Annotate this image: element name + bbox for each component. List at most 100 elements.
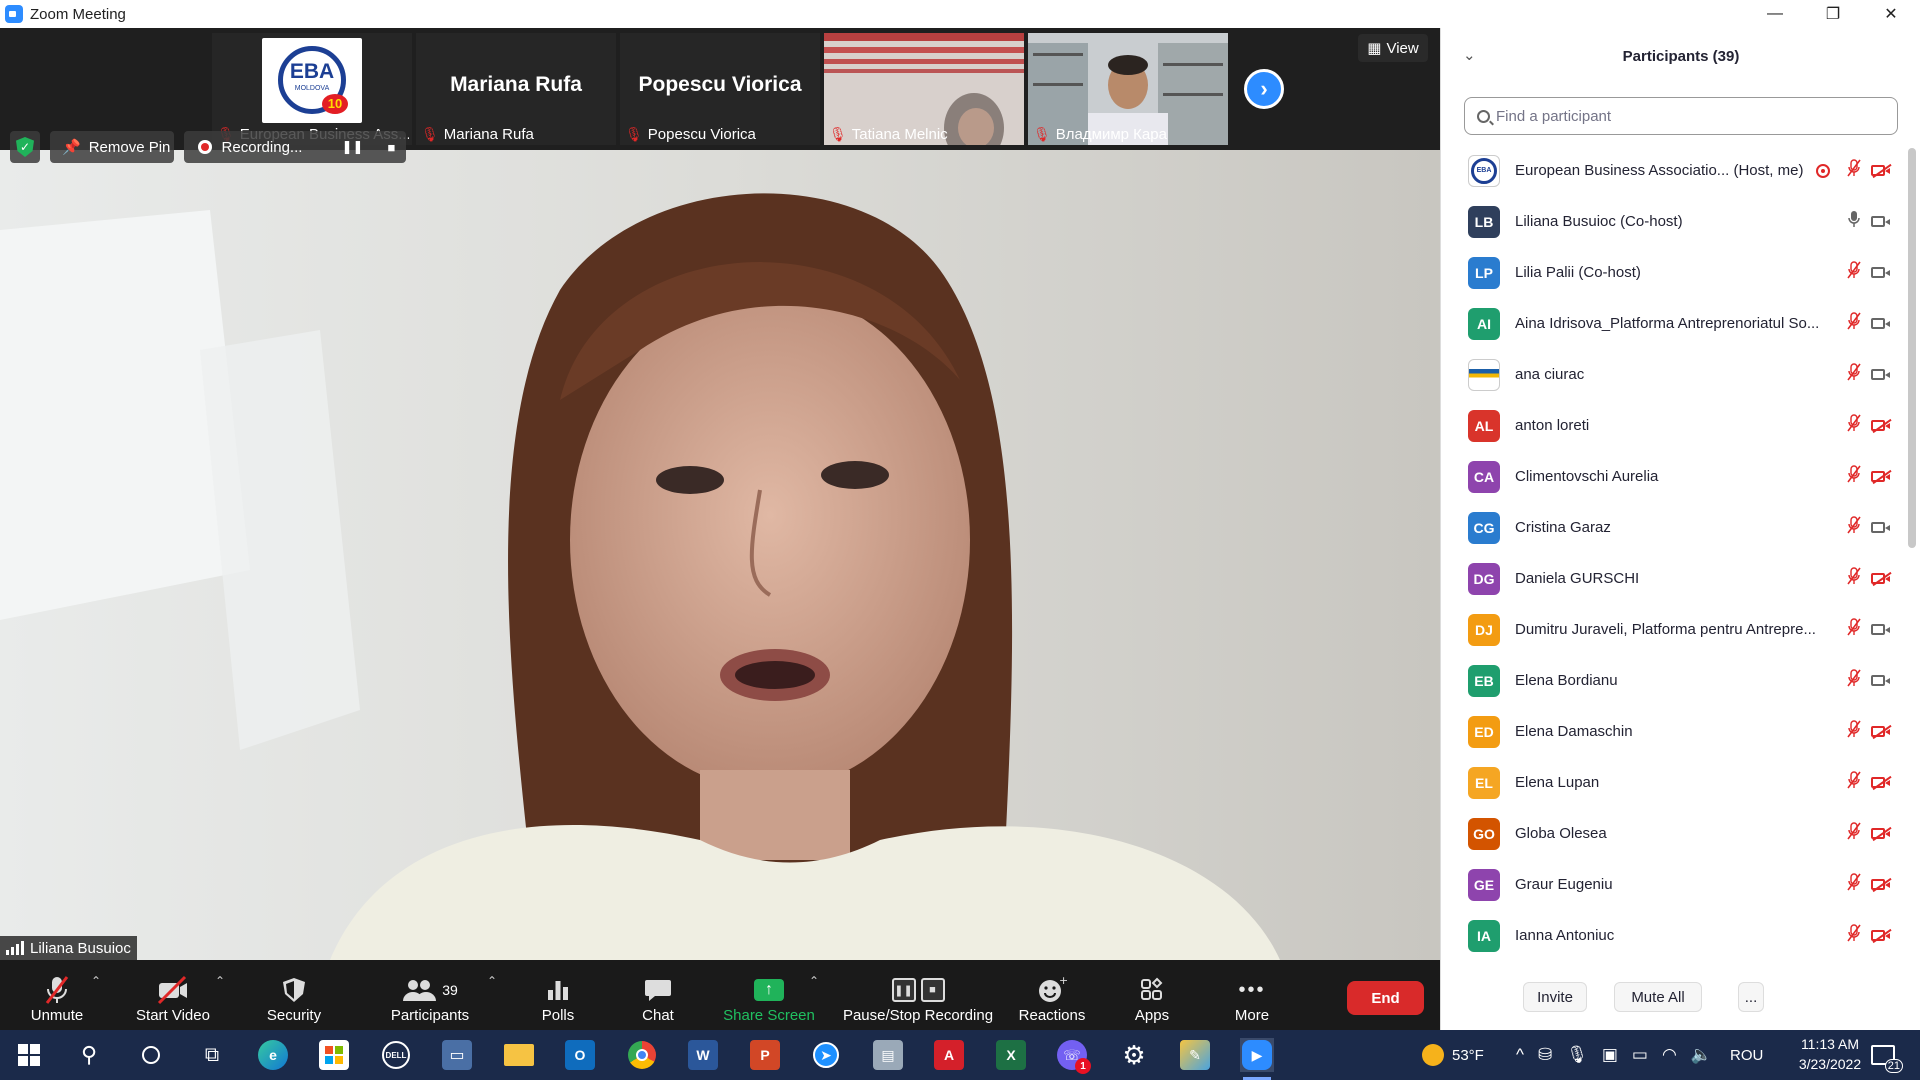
mic-muted-icon[interactable] — [1844, 465, 1864, 488]
mic-muted-icon[interactable] — [1844, 822, 1864, 845]
viber-icon[interactable]: ☏ 1 — [1055, 1038, 1091, 1074]
search-icon[interactable]: ⚲ — [72, 1038, 106, 1072]
mic-muted-icon[interactable] — [1844, 414, 1864, 437]
video-off-icon[interactable] — [1871, 776, 1891, 790]
participant-row[interactable]: AI Aina Idrisova_Platforma Antreprenoriat… — [1441, 298, 1905, 349]
windows-icon[interactable] — [12, 1038, 46, 1072]
video-off-icon[interactable] — [1871, 164, 1891, 178]
network-icon[interactable]: ▣ — [1602, 1045, 1618, 1065]
participant-row[interactable]: ED Elena Damaschin — [1441, 706, 1905, 757]
close-button[interactable]: ✕ — [1862, 0, 1920, 28]
microphone-icon[interactable]: 🎙 — [1566, 1045, 1588, 1065]
chevron-up-icon[interactable]: ^ — [1516, 1045, 1524, 1065]
dell-icon[interactable]: DELL — [379, 1038, 413, 1072]
participant-row[interactable]: AL anton loreti — [1441, 400, 1905, 451]
participant-row[interactable]: EB Elena Bordianu — [1441, 655, 1905, 706]
edge-icon[interactable]: e — [256, 1038, 290, 1072]
video-icon[interactable] — [1871, 521, 1891, 535]
file-explorer-icon[interactable] — [502, 1038, 536, 1072]
cortana-icon[interactable] — [134, 1038, 168, 1072]
participant-row[interactable]: EBA European Business Associatio... (Host… — [1441, 145, 1905, 196]
mute-all-button[interactable]: Mute All — [1614, 982, 1702, 1012]
participants-button[interactable]: 39 Participants — [380, 960, 480, 1030]
files-icon[interactable]: ▤ — [871, 1038, 905, 1072]
video-off-icon[interactable] — [1871, 572, 1891, 586]
participant-row[interactable]: GO Globa Olesea — [1441, 808, 1905, 859]
video-options-caret[interactable]: ⌃ — [212, 960, 228, 1030]
apps-button[interactable]: Apps — [1122, 960, 1182, 1030]
zoom-icon[interactable]: ▶ — [1240, 1038, 1274, 1072]
wifi-icon[interactable]: ◠ — [1662, 1045, 1677, 1065]
invite-button[interactable]: Invite — [1523, 982, 1587, 1012]
participant-search[interactable] — [1464, 97, 1898, 135]
chat-button[interactable]: Chat — [630, 960, 686, 1030]
participant-row[interactable]: IA Ianna Antoniuc — [1441, 910, 1905, 961]
meeting-info-button[interactable]: ✓ — [10, 131, 40, 163]
usb-icon[interactable]: ⛁ — [1538, 1045, 1552, 1065]
outlook-icon[interactable]: O — [563, 1038, 597, 1072]
settings-icon[interactable]: ⚙ — [1117, 1038, 1151, 1072]
powerpoint-icon[interactable]: P — [748, 1038, 782, 1072]
mic-muted-icon[interactable] — [1844, 567, 1864, 590]
mic-muted-icon[interactable] — [1844, 771, 1864, 794]
video-icon[interactable] — [1871, 674, 1891, 688]
mic-muted-icon[interactable] — [1844, 873, 1864, 896]
video-icon[interactable] — [1871, 368, 1891, 382]
task-view-icon[interactable]: ⧉ — [195, 1038, 229, 1072]
stop-recording-button[interactable]: ■ — [377, 134, 406, 160]
participant-row[interactable]: EL Elena Lupan — [1441, 757, 1905, 808]
mic-on-icon[interactable] — [1844, 210, 1864, 233]
panel-scrollbar[interactable] — [1908, 148, 1916, 548]
store-icon[interactable] — [317, 1038, 351, 1072]
browser-icon[interactable]: ➤ — [809, 1038, 843, 1072]
thumbnail-tatiana-melnic[interactable]: 🎙 Tatiana Melnic — [824, 33, 1024, 145]
security-button[interactable]: Security — [254, 960, 334, 1030]
mic-muted-icon[interactable] — [1844, 312, 1864, 335]
restore-button[interactable]: ❐ — [1804, 0, 1862, 28]
weather-widget[interactable]: 53°F — [1422, 1030, 1484, 1080]
paint-icon[interactable]: ✎ — [1178, 1038, 1212, 1072]
video-off-icon[interactable] — [1871, 878, 1891, 892]
participant-search-input[interactable] — [1496, 107, 1876, 125]
volume-icon[interactable]: 🔈 — [1691, 1045, 1712, 1065]
participant-row[interactable]: LP Lilia Palii (Co-host) — [1441, 247, 1905, 298]
more-button[interactable]: ••• More — [1222, 960, 1282, 1030]
participant-row[interactable]: GE Graur Eugeniu — [1441, 859, 1905, 910]
notification-center-icon[interactable]: 21 — [1866, 1038, 1903, 1073]
video-off-icon[interactable] — [1871, 725, 1891, 739]
next-page-button[interactable]: › — [1244, 69, 1284, 109]
pause-recording-button[interactable]: ❚❚ — [338, 134, 367, 160]
thumbnail-mariana-rufa[interactable]: Mariana Rufa 🎙 Mariana Rufa — [416, 33, 616, 145]
language-indicator[interactable]: ROU — [1730, 1030, 1763, 1080]
share-screen-button[interactable]: ↑ Share Screen — [718, 960, 820, 1030]
video-off-icon[interactable] — [1871, 419, 1891, 433]
end-meeting-button[interactable]: End — [1347, 981, 1424, 1015]
thumbnail-vladimir-kara[interactable]: 🎙 Владмимр Кара — [1028, 33, 1228, 145]
pause-stop-recording-button[interactable]: ❚❚ ■ Pause/Stop Recording — [838, 960, 998, 1030]
participant-row[interactable]: LB Liliana Busuioc (Co-host) — [1441, 196, 1905, 247]
participants-options-caret[interactable]: ⌃ — [484, 960, 500, 1030]
view-button[interactable]: ▦ View — [1358, 34, 1428, 62]
video-off-icon[interactable] — [1871, 929, 1891, 943]
panel-more-button[interactable]: ... — [1738, 982, 1764, 1012]
participant-row[interactable]: DG Daniela GURSCHI — [1441, 553, 1905, 604]
participant-row[interactable]: ana ciurac — [1441, 349, 1905, 400]
chrome-icon[interactable] — [625, 1038, 659, 1072]
reactions-button[interactable]: + Reactions — [1014, 960, 1090, 1030]
unmute-button[interactable]: Unmute — [18, 960, 96, 1030]
video-icon[interactable] — [1871, 623, 1891, 637]
mic-muted-icon[interactable] — [1844, 669, 1864, 692]
excel-icon[interactable]: X — [994, 1038, 1028, 1072]
video-off-icon[interactable] — [1871, 827, 1891, 841]
video-icon[interactable] — [1871, 266, 1891, 280]
participant-row[interactable]: CA Climentovschi Aurelia — [1441, 451, 1905, 502]
share-options-caret[interactable]: ⌃ — [806, 960, 822, 1030]
video-icon[interactable] — [1871, 317, 1891, 331]
thumbnail-european-business[interactable]: EBA MOLDOVA 10 🎙European Business Ass... — [212, 33, 412, 145]
audio-options-caret[interactable]: ⌃ — [88, 960, 104, 1030]
start-video-button[interactable]: Start Video — [128, 960, 218, 1030]
remove-pin-button[interactable]: 📌 Remove Pin — [50, 131, 174, 163]
polls-button[interactable]: Polls — [530, 960, 586, 1030]
word-icon[interactable]: W — [686, 1038, 720, 1072]
mic-muted-icon[interactable] — [1844, 159, 1864, 182]
